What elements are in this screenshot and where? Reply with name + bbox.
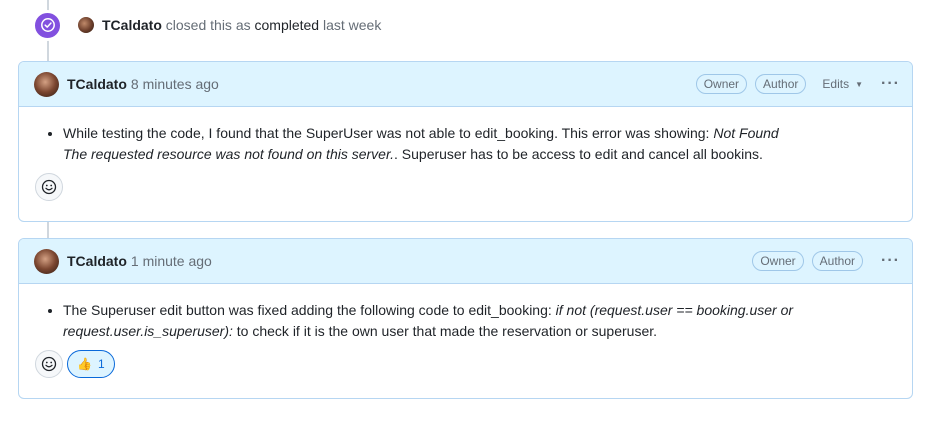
body-text: The Superuser edit button was fixed addi… (63, 302, 556, 318)
owner-label: Owner (752, 251, 804, 271)
comment-time-link[interactable]: 1 minute ago (131, 253, 212, 269)
smiley-icon (41, 356, 57, 372)
body-emphasis: The requested resource was not found on … (63, 146, 394, 162)
comment-body: While testing the code, I found that the… (19, 107, 912, 173)
body-text: to check if it is the own user that made… (232, 323, 658, 339)
list-item: While testing the code, I found that the… (63, 123, 896, 165)
comment-author-link[interactable]: TCaldato (67, 76, 127, 92)
event-text: TCaldato closed this as completed last w… (102, 17, 381, 33)
event-time-link[interactable]: last week (323, 17, 381, 33)
comment-body: The Superuser edit button was fixed addi… (19, 284, 912, 350)
body-text: . Superuser has to be access to edit and… (394, 146, 763, 162)
timeline-line (47, 221, 49, 239)
comment-header: TCaldato 1 minute ago Owner Author ··· (19, 239, 912, 284)
smiley-icon (41, 179, 57, 195)
body-text: While testing the code, I found that the… (63, 125, 714, 141)
thumbs-up-icon: 👍 (77, 357, 92, 371)
comment-author-link[interactable]: TCaldato (67, 253, 127, 269)
check-circle-icon (40, 18, 55, 32)
avatar[interactable] (34, 248, 59, 274)
author-label: Author (755, 74, 807, 94)
event-state: completed (254, 17, 320, 33)
reaction-count: 1 (97, 357, 105, 371)
comment-header: TCaldato 8 minutes ago Owner Author Edit… (19, 62, 912, 107)
reactions-bar (19, 173, 912, 216)
comment-time-link[interactable]: 8 minutes ago (131, 76, 219, 92)
edits-label: Edits (822, 77, 850, 91)
event-author-link[interactable]: TCaldato (102, 17, 162, 33)
avatar[interactable] (78, 17, 94, 33)
kebab-menu-icon[interactable]: ··· (881, 252, 900, 270)
author-label: Author (811, 251, 864, 271)
check-circle-icon (33, 10, 62, 40)
thumbs-up-reaction-button[interactable]: 👍 1 (67, 350, 115, 378)
comment: TCaldato 1 minute ago Owner Author ··· T… (18, 238, 913, 399)
triangle-down-icon: ▼ (855, 79, 864, 89)
avatar[interactable] (34, 71, 59, 97)
kebab-menu-icon[interactable]: ··· (881, 75, 900, 93)
comment: TCaldato 8 minutes ago Owner Author Edit… (18, 61, 913, 222)
body-emphasis: Not Found (713, 125, 779, 141)
add-reaction-button[interactable] (35, 350, 63, 378)
owner-label: Owner (695, 74, 748, 94)
closed-event: TCaldato closed this as completed last w… (33, 10, 381, 40)
list-item: The Superuser edit button was fixed addi… (63, 300, 896, 342)
edits-dropdown[interactable]: Edits ▼ (822, 77, 863, 91)
event-action: closed this as (165, 17, 251, 33)
add-reaction-button[interactable] (35, 173, 63, 201)
reactions-bar: 👍 1 (19, 350, 912, 393)
